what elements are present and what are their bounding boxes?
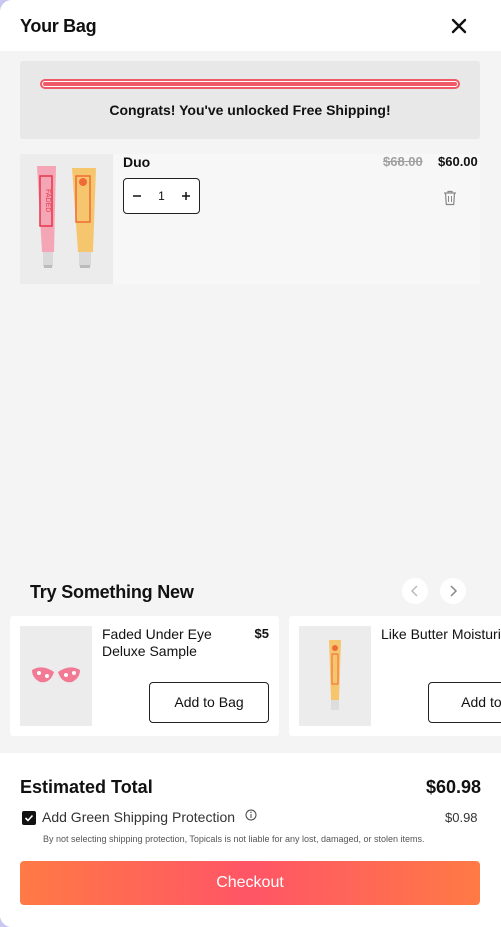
product-name[interactable]: Duo xyxy=(123,154,150,170)
chevron-right-icon xyxy=(450,585,458,597)
shipping-progress-bar xyxy=(40,79,460,89)
carousel-prev-button[interactable] xyxy=(402,578,428,604)
drawer-header: Your Bag xyxy=(0,0,501,51)
trash-icon xyxy=(444,190,456,206)
product-image[interactable]: FADED xyxy=(20,154,113,284)
shipping-protection-disclaimer: By not selecting shipping protection, To… xyxy=(43,834,425,844)
recommendation-card: Like Butter Moisturiz Add to B xyxy=(289,616,501,736)
increase-quantity-button[interactable] xyxy=(173,179,199,213)
bag-drawer: Your Bag Congrats! You've unlocked Free … xyxy=(0,0,501,927)
quantity-value[interactable]: 1 xyxy=(150,179,173,213)
moisturizer-tube-image xyxy=(299,626,371,726)
duo-tubes-image: FADED xyxy=(20,154,113,284)
quantity-stepper: 1 xyxy=(123,178,200,214)
shipping-protection-checkbox[interactable] xyxy=(22,811,36,825)
carousel-next-button[interactable] xyxy=(440,578,466,604)
checkout-footer: Estimated Total $60.98 Add Green Shippin… xyxy=(0,753,501,927)
eye-patches-image xyxy=(20,626,92,726)
plus-icon xyxy=(182,192,190,200)
recommendation-card: Faded Under Eye Deluxe Sample $5 Add to … xyxy=(10,616,279,736)
page-title: Your Bag xyxy=(20,16,97,36)
decrease-quantity-button[interactable] xyxy=(124,179,150,213)
shipping-progress-fill xyxy=(43,82,457,86)
recommendations-title: Try Something New xyxy=(30,582,194,602)
estimated-total-label: Estimated Total xyxy=(20,777,153,797)
recommendation-image[interactable] xyxy=(299,626,371,726)
original-price: $68.00 xyxy=(383,154,423,169)
remove-item-button[interactable] xyxy=(443,190,457,206)
chevron-left-icon xyxy=(410,585,418,597)
sale-price: $60.00 xyxy=(438,154,478,169)
info-icon[interactable] xyxy=(245,808,257,821)
checkout-button[interactable]: Checkout xyxy=(20,861,480,905)
cart-item: FADED Duo $68.00 $60.00 1 xyxy=(20,154,480,284)
recommendation-price: $5 xyxy=(254,626,269,641)
minus-icon xyxy=(133,195,141,197)
close-button[interactable] xyxy=(449,16,469,36)
shipping-message: Congrats! You've unlocked Free Shipping! xyxy=(109,102,391,118)
recommendation-image[interactable] xyxy=(20,626,92,726)
recommendation-name[interactable]: Like Butter Moisturiz xyxy=(381,626,501,643)
add-to-bag-button[interactable]: Add to Bag xyxy=(149,682,269,723)
add-to-bag-button[interactable]: Add to B xyxy=(428,682,501,723)
close-icon xyxy=(451,18,467,34)
recommendation-name[interactable]: Faded Under Eye Deluxe Sample xyxy=(102,626,232,660)
estimated-total-value: $60.98 xyxy=(426,777,482,797)
shipping-protection-label: Add Green Shipping Protection xyxy=(42,809,236,825)
shipping-protection-price: $0.98 xyxy=(445,810,478,825)
svg-text:FADED: FADED xyxy=(44,189,51,212)
checkmark-icon xyxy=(24,814,34,822)
free-shipping-banner: Congrats! You've unlocked Free Shipping! xyxy=(20,61,480,139)
